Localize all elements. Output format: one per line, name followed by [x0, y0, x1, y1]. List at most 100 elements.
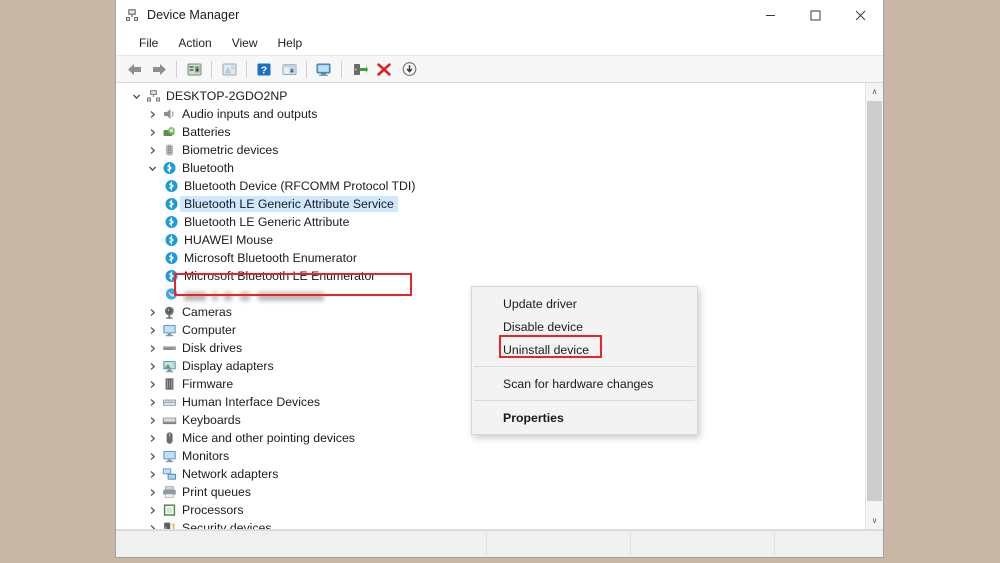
close-button[interactable]: [838, 0, 883, 30]
context-menu-item-properties[interactable]: Properties: [472, 406, 697, 429]
properties-icon[interactable]: [217, 58, 241, 80]
tree-item-bluetooth-device-rfcomm[interactable]: Bluetooth Device (RFCOMM Protocol TDI): [116, 177, 865, 195]
uninstall-device-icon[interactable]: [372, 58, 396, 80]
menu-file[interactable]: File: [130, 34, 167, 52]
display-adapter-icon: [160, 359, 178, 373]
context-menu: Update driver Disable device Uninstall d…: [471, 286, 698, 435]
context-menu-item-scan-for-hardware-changes[interactable]: Scan for hardware changes: [472, 372, 697, 395]
battery-icon: [160, 125, 178, 139]
tree-item-label: Cameras: [182, 305, 232, 319]
disable-device-icon[interactable]: [397, 58, 421, 80]
chevron-right-icon[interactable]: [144, 524, 160, 529]
tree-item-label: Batteries: [182, 125, 231, 139]
chevron-right-icon[interactable]: [144, 128, 160, 137]
chevron-right-icon[interactable]: [144, 398, 160, 407]
mouse-icon: [160, 431, 178, 445]
status-bar-main: [116, 531, 487, 557]
tree-item-huawei-mouse[interactable]: HUAWEI Mouse: [116, 231, 865, 249]
printer-icon: [160, 485, 178, 499]
toolbar-separator: [341, 60, 342, 78]
chevron-right-icon[interactable]: [144, 470, 160, 479]
tree-item-label: Security devices: [182, 521, 272, 529]
window-controls: [748, 0, 883, 30]
chevron-right-icon[interactable]: [144, 110, 160, 119]
tree-item-label: [180, 287, 324, 301]
tree-item-security-devices[interactable]: Security devices: [116, 519, 865, 529]
tree-item-microsoft-bluetooth-enumerator[interactable]: Microsoft Bluetooth Enumerator: [116, 249, 865, 267]
tree-item-label: Biometric devices: [182, 143, 279, 157]
tree-item-batteries[interactable]: Batteries: [116, 123, 865, 141]
chevron-right-icon[interactable]: [144, 380, 160, 389]
chevron-right-icon[interactable]: [144, 146, 160, 155]
tree-item-bluetooth[interactable]: Bluetooth: [116, 159, 865, 177]
bluetooth-icon: [160, 161, 178, 175]
chevron-right-icon[interactable]: [144, 452, 160, 461]
tree-item-label: Print queues: [182, 485, 252, 499]
speaker-icon: [160, 107, 178, 121]
toolbar: ?: [116, 55, 883, 83]
tree-item-label: Disk drives: [182, 341, 243, 355]
chevron-down-icon[interactable]: [128, 92, 144, 101]
device-tree-pane: DESKTOP-2GDO2NP Audio inputs and outputs: [116, 83, 883, 530]
scroll-down-button[interactable]: ∨: [866, 512, 883, 529]
tree-item-bluetooth-le-generic-attribute[interactable]: Bluetooth LE Generic Attribute: [116, 213, 865, 231]
bluetooth-icon: [162, 197, 180, 211]
toolbar-separator: [246, 60, 247, 78]
tree-item-biometric-devices[interactable]: Biometric devices: [116, 141, 865, 159]
chevron-right-icon[interactable]: [144, 488, 160, 497]
chevron-right-icon[interactable]: [144, 506, 160, 515]
bluetooth-icon: [162, 179, 180, 193]
show-hidden-devices-icon[interactable]: [182, 58, 206, 80]
monitor-icon: [160, 449, 178, 463]
tree-item-label: HUAWEI Mouse: [184, 233, 274, 247]
chevron-right-icon[interactable]: [144, 344, 160, 353]
tree-item-label: Network adapters: [182, 467, 279, 481]
tree-item-microsoft-bluetooth-le-enumerator[interactable]: Microsoft Bluetooth LE Enumerator: [116, 267, 865, 285]
tree-item-root[interactable]: DESKTOP-2GDO2NP: [116, 87, 865, 105]
toolbar-separator: [211, 60, 212, 78]
context-menu-item-disable-device[interactable]: Disable device: [472, 315, 697, 338]
menu-view[interactable]: View: [223, 34, 267, 52]
tree-item-monitors[interactable]: Monitors: [116, 447, 865, 465]
monitor-icon: [160, 323, 178, 337]
window-title: Device Manager: [147, 8, 240, 22]
chevron-right-icon[interactable]: [144, 308, 160, 317]
chevron-right-icon[interactable]: [144, 326, 160, 335]
fingerprint-icon: [160, 143, 178, 157]
keyboard-icon: [160, 413, 178, 427]
menu-bar: File Action View Help: [116, 31, 883, 55]
context-menu-separator: [474, 400, 695, 401]
chevron-right-icon[interactable]: [144, 416, 160, 425]
title-bar: Device Manager: [116, 0, 883, 31]
minimize-button[interactable]: [748, 0, 793, 30]
chevron-right-icon[interactable]: [144, 434, 160, 443]
vertical-scrollbar[interactable]: ∧ ∨: [865, 83, 883, 529]
tree-item-print-queues[interactable]: Print queues: [116, 483, 865, 501]
menu-action[interactable]: Action: [169, 34, 220, 52]
tree-item-network-adapters[interactable]: Network adapters: [116, 465, 865, 483]
help-icon[interactable]: ?: [252, 58, 276, 80]
chevron-down-icon[interactable]: [144, 164, 160, 173]
scan-hardware-changes-icon[interactable]: [312, 58, 336, 80]
hid-icon: [160, 395, 178, 409]
back-icon[interactable]: [122, 58, 146, 80]
maximize-button[interactable]: [793, 0, 838, 30]
tree-item-audio-inputs-and-outputs[interactable]: Audio inputs and outputs: [116, 105, 865, 123]
context-menu-item-update-driver[interactable]: Update driver: [472, 292, 697, 315]
menu-help[interactable]: Help: [269, 34, 312, 52]
context-menu-separator: [474, 366, 695, 367]
tree-item-processors[interactable]: Processors: [116, 501, 865, 519]
status-bar: [116, 530, 883, 557]
redacted-text: [184, 291, 324, 301]
tree-item-label: Display adapters: [182, 359, 274, 373]
bluetooth-icon: [162, 215, 180, 229]
enable-device-icon[interactable]: [347, 58, 371, 80]
update-driver-icon[interactable]: [277, 58, 301, 80]
scroll-up-button[interactable]: ∧: [866, 83, 883, 100]
forward-icon[interactable]: [147, 58, 171, 80]
chevron-right-icon[interactable]: [144, 362, 160, 371]
scrollbar-thumb[interactable]: [867, 101, 882, 501]
tree-item-bluetooth-le-generic-attribute-service[interactable]: Bluetooth LE Generic Attribute Service: [116, 195, 865, 213]
toolbar-separator: [176, 60, 177, 78]
context-menu-item-uninstall-device[interactable]: Uninstall device: [472, 338, 697, 361]
